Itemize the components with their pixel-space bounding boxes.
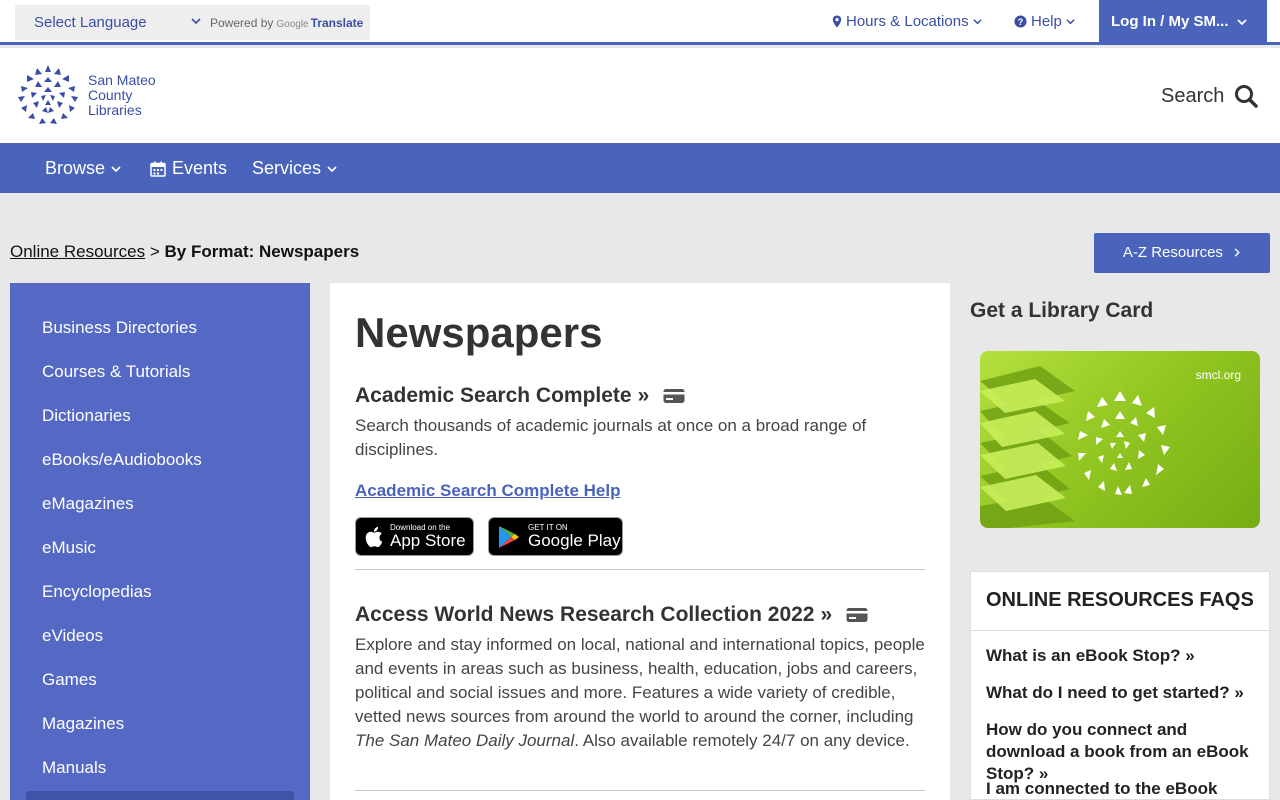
chevron-down-icon [972, 19, 982, 25]
faq-panel: ONLINE RESOURCES FAQS What is an eBook S… [970, 571, 1270, 800]
resource-divider [355, 790, 925, 791]
search-icon [1235, 85, 1259, 108]
translate-link[interactable]: Translate [311, 16, 364, 30]
resource-title[interactable]: Access World News Research Collection 20… [355, 603, 868, 627]
login-button[interactable]: Log In / My SM... [1099, 0, 1267, 45]
resource-divider [355, 569, 925, 570]
utility-bar: Select Language Powered by Google Translat… [0, 0, 1280, 45]
double-chevron-right-icon: » [820, 603, 833, 626]
library-card-icon [663, 389, 685, 403]
resource-title-link[interactable]: Access World News Research Collection 20… [355, 603, 814, 627]
chevron-down-icon [1237, 19, 1247, 26]
sidebar-item-emusic[interactable]: eMusic [42, 538, 96, 558]
site-header: San Mateo County Libraries Search [0, 48, 1280, 143]
nav-events[interactable]: Events [150, 158, 227, 179]
logo-line: County [88, 87, 133, 103]
breadcrumb: Online Resources > By Format: Newspapers [10, 242, 359, 262]
nav-browse-label: Browse [45, 158, 106, 178]
logo-line: Libraries [88, 102, 142, 118]
faq-link-text: What do I need to get started? [986, 683, 1230, 702]
library-logo-text[interactable]: San Mateo County Libraries [88, 73, 156, 118]
faq-link-text: What is an eBook Stop? [986, 646, 1181, 665]
library-card-url: smcl.org [1195, 368, 1241, 382]
library-card-icon [846, 608, 868, 622]
sidebar-item-emagazines[interactable]: eMagazines [42, 494, 134, 514]
faq-divider [971, 630, 1269, 631]
search-label: Search [1161, 84, 1225, 107]
resource-description-text: Explore and stay informed on local, nati… [355, 635, 925, 726]
powered-by-google-translate[interactable]: Powered by Google Translate [210, 16, 363, 30]
nav-services-label: Services [252, 158, 322, 178]
calendar-icon [150, 161, 166, 177]
sidebar-item-magazines[interactable]: Magazines [42, 714, 124, 734]
faq-link[interactable]: How do you connect and download a book f… [986, 719, 1256, 785]
chevron-down-icon [191, 18, 201, 25]
language-selector[interactable]: Select Language Powered by Google Translat… [15, 5, 370, 40]
chevron-right-icon [1234, 248, 1240, 257]
resource-description: Search thousands of academic journals at… [355, 416, 867, 459]
nav-services[interactable]: Services [252, 158, 337, 179]
hours-locations-menu[interactable]: Hours & Locations [832, 13, 982, 30]
faq-link[interactable]: I am connected to the eBook Stop [986, 778, 1256, 800]
resource-help-link[interactable]: Academic Search Complete Help [355, 481, 620, 501]
double-chevron-right-icon: » [1185, 646, 1195, 665]
app-store-big-text: App Store [390, 531, 466, 550]
faq-link[interactable]: What is an eBook Stop? » [986, 645, 1256, 667]
sidebar-item-dictionaries[interactable]: Dictionaries [42, 406, 131, 426]
google-play-icon [499, 525, 519, 548]
resource-description-text: . Also available remotely 24/7 on any de… [574, 731, 910, 750]
sidebar-item-courses-tutorials[interactable]: Courses & Tutorials [42, 362, 190, 382]
faq-title: ONLINE RESOURCES FAQS [986, 589, 1254, 611]
page-title: Newspapers [355, 309, 603, 356]
faq-link-text: I am connected to the eBook Stop [986, 779, 1218, 798]
search-button[interactable]: Search [1161, 84, 1259, 108]
library-card-image[interactable]: smcl.org [980, 351, 1260, 528]
question-circle-icon: ? [1014, 15, 1027, 28]
az-resources-label: A-Z Resources [1122, 244, 1223, 261]
main-content: Newspapers Academic Search Complete » Se… [330, 283, 950, 800]
resource-description: Explore and stay informed on local, nati… [355, 633, 930, 753]
main-navigation: Browse Events Services [0, 143, 1280, 193]
google-logo-text: Google [276, 19, 309, 30]
chevron-down-icon [111, 165, 121, 172]
chevron-down-icon [1066, 19, 1075, 25]
help-label: Help [1031, 13, 1062, 30]
sidebar-item-business-directories[interactable]: Business Directories [42, 318, 197, 338]
resource-description-italic: The San Mateo Daily Journal [355, 731, 575, 750]
double-chevron-right-icon: » [1234, 683, 1244, 702]
login-label: Log In / My SM... [1111, 13, 1229, 30]
library-logo-icon[interactable] [15, 63, 81, 129]
hours-locations-label: Hours & Locations [846, 13, 969, 30]
resource-title[interactable]: Academic Search Complete » [355, 384, 685, 408]
google-play-badge[interactable]: GET IT ON Google Play [488, 517, 623, 556]
map-pin-icon [832, 15, 842, 28]
nav-events-label: Events [172, 158, 228, 178]
sidebar-item-encyclopedias[interactable]: Encyclopedias [42, 582, 152, 602]
az-resources-button[interactable]: A-Z Resources [1094, 233, 1270, 273]
faq-link-text: How do you connect and download a book f… [986, 720, 1249, 783]
breadcrumb-separator: > [149, 242, 160, 261]
sidebar-item-active[interactable] [26, 791, 294, 800]
powered-by-text: Powered by [210, 16, 274, 30]
google-play-big-text: Google Play [528, 531, 621, 550]
logo-line: San Mateo [88, 72, 156, 88]
apple-icon [365, 526, 383, 547]
sidebar-item-ebooks[interactable]: eBooks/eAudiobooks [42, 450, 202, 470]
format-sidebar: Business Directories Courses & Tutorials… [10, 283, 310, 800]
chevron-down-icon [327, 165, 337, 172]
breadcrumb-current: By Format: Newspapers [164, 242, 360, 261]
faq-link[interactable]: What do I need to get started? » [986, 682, 1256, 704]
nav-browse[interactable]: Browse [45, 158, 121, 179]
resource-title-link[interactable]: Academic Search Complete [355, 384, 632, 408]
language-select-label[interactable]: Select Language [34, 14, 147, 31]
sidebar-item-manuals[interactable]: Manuals [42, 758, 106, 778]
help-menu[interactable]: ? Help [1014, 13, 1075, 30]
app-store-badge[interactable]: Download on the App Store [355, 517, 474, 556]
double-chevron-right-icon: » [637, 384, 650, 407]
library-card-heading: Get a Library Card [970, 299, 1154, 322]
sidebar-item-evideos[interactable]: eVideos [42, 626, 103, 646]
sidebar-item-games[interactable]: Games [42, 670, 97, 690]
svg-text:?: ? [1018, 17, 1024, 27]
breadcrumb-online-resources[interactable]: Online Resources [10, 242, 145, 261]
